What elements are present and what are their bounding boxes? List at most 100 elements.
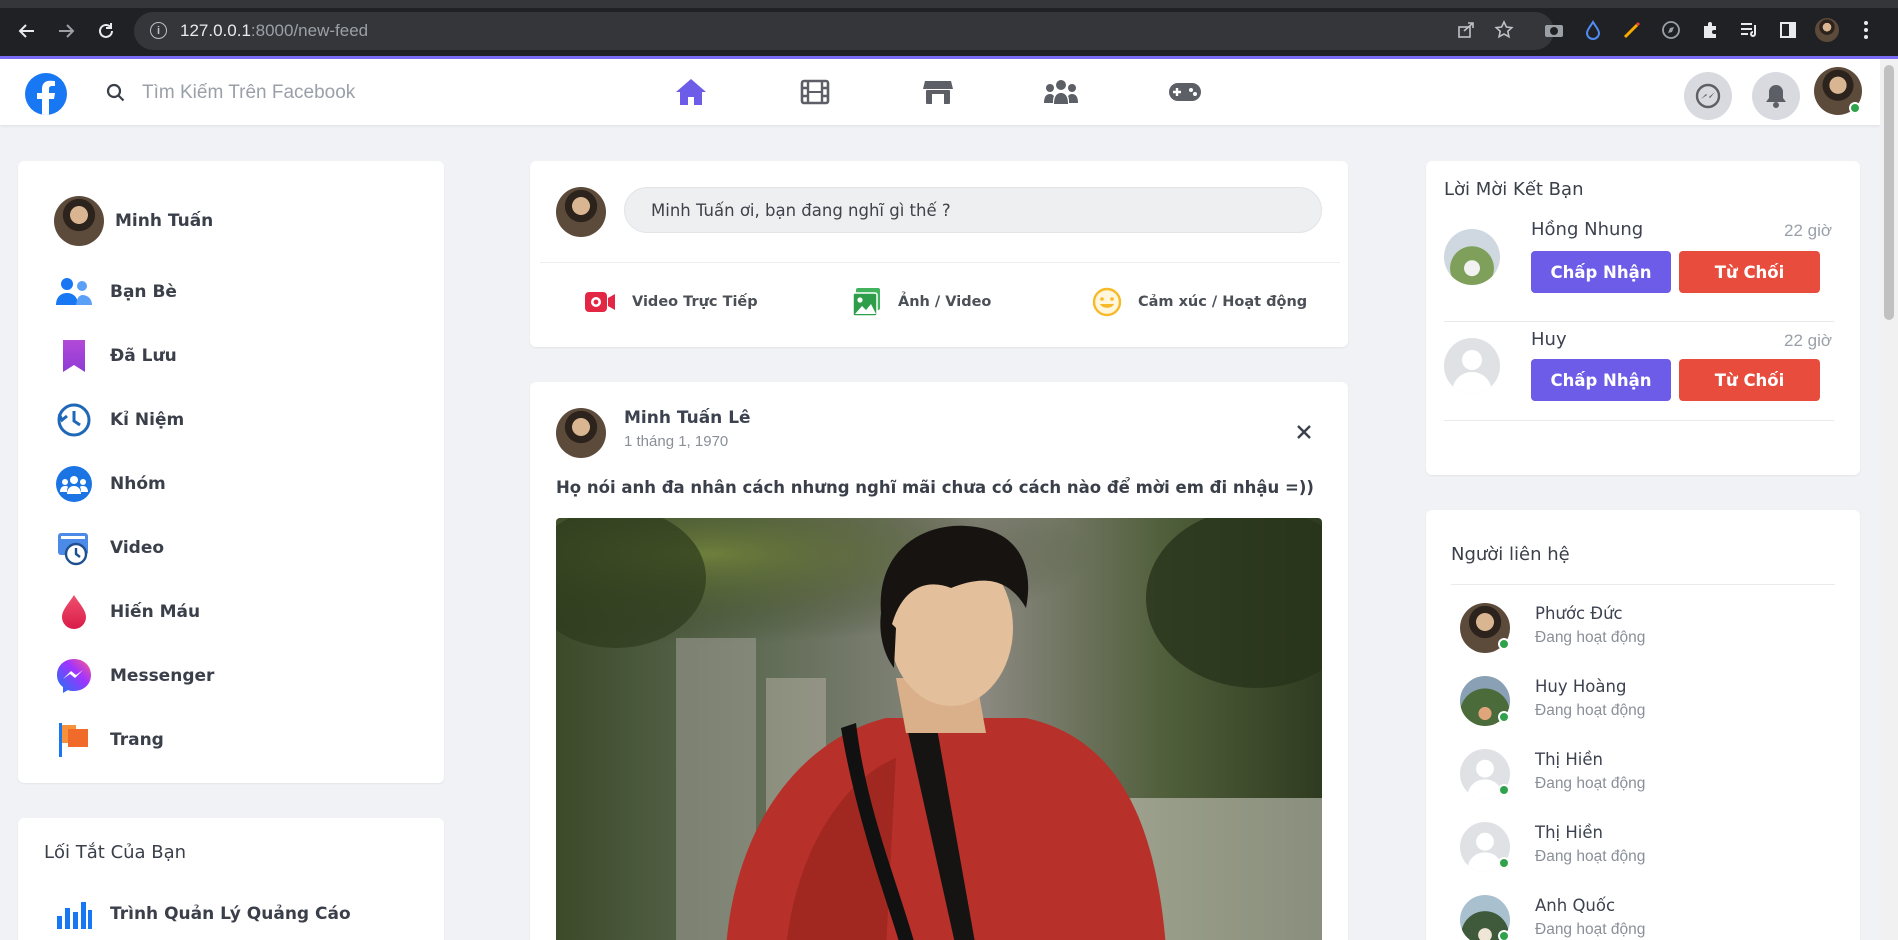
side-panel-icon[interactable] — [1776, 18, 1800, 42]
contact-item[interactable]: Thị Hiền Đang hoạt động — [1460, 821, 1840, 873]
star-icon[interactable] — [1492, 18, 1516, 42]
friend-requests-card: Lời Mời Kết Bạn Hồng Nhung 22 giờ Chấp N… — [1426, 161, 1860, 475]
photo-video-button[interactable]: Ảnh / Video — [852, 287, 991, 317]
media-control-icon[interactable] — [1737, 18, 1761, 42]
contact-item[interactable]: Phước Đức Đang hoạt động — [1460, 602, 1840, 654]
pen-extension-icon[interactable] — [1620, 18, 1644, 42]
request-divider — [1444, 321, 1834, 322]
top-navbar: Tìm Kiếm Trên Facebook — [0, 59, 1880, 125]
online-status-dot — [1849, 102, 1861, 114]
live-video-icon — [585, 292, 615, 312]
chrome-menu-icon[interactable] — [1854, 18, 1878, 42]
site-info-icon[interactable]: i — [150, 22, 167, 39]
post-author-avatar[interactable] — [556, 408, 606, 458]
url-host: 127.0.0.1 — [180, 21, 251, 40]
shortcut-item-ads-manager[interactable]: Trình Quản Lý Quảng Cáo — [54, 888, 434, 940]
scrollbar-thumb[interactable] — [1884, 65, 1894, 320]
contact-item[interactable]: Thị Hiền Đang hoạt động — [1460, 748, 1840, 800]
ads-chart-icon — [54, 894, 94, 934]
contacts-divider — [1451, 584, 1835, 585]
search-input[interactable]: Tìm Kiếm Trên Facebook — [142, 82, 355, 104]
bell-icon — [1766, 85, 1786, 108]
search-icon — [106, 83, 125, 102]
accept-button[interactable]: Chấp Nhận — [1531, 359, 1671, 401]
contact-name: Huy Hoàng — [1535, 677, 1627, 696]
menu-item-label: Kỉ Niệm — [110, 410, 185, 430]
menu-item-pages[interactable]: Trang — [54, 714, 434, 766]
photo-video-label: Ảnh / Video — [898, 294, 992, 310]
extension-icons — [1542, 17, 1878, 43]
contacts-card: Người liên hệ Phước Đức Đang hoạt động H… — [1426, 510, 1860, 940]
contact-item[interactable]: Anh Quốc Đang hoạt động — [1460, 894, 1840, 940]
nav-video-icon[interactable] — [795, 75, 835, 109]
profile-avatar-icon[interactable] — [1815, 18, 1839, 42]
extensions-puzzle-icon[interactable] — [1698, 18, 1722, 42]
messenger-icon — [54, 656, 94, 696]
post-photo[interactable] — [556, 518, 1322, 940]
menu-item-messenger[interactable]: Messenger — [54, 650, 434, 702]
nav-marketplace-icon[interactable] — [918, 75, 958, 109]
online-status-dot — [1498, 711, 1510, 723]
contact-status: Đang hoạt động — [1535, 775, 1646, 792]
camera-extension-icon[interactable] — [1542, 18, 1566, 42]
menu-item-friends[interactable]: Bạn Bè — [54, 266, 434, 318]
requester-name[interactable]: Huy — [1531, 329, 1567, 350]
menu-item-label: Hiến Máu — [110, 602, 201, 622]
search-bar[interactable]: Tìm Kiếm Trên Facebook — [106, 73, 436, 113]
shortcuts-title: Lối Tắt Của Bạn — [44, 842, 187, 863]
browser-chrome: i 127.0.0.1:8000/new-feed — [0, 0, 1898, 59]
address-bar[interactable]: i 127.0.0.1:8000/new-feed — [134, 12, 1554, 50]
contact-name: Phước Đức — [1535, 604, 1623, 623]
friends-icon — [54, 272, 94, 312]
request-divider — [1444, 420, 1834, 421]
menu-item-memories[interactable]: Kỉ Niệm — [54, 394, 434, 446]
post-author-name[interactable]: Minh Tuấn Lê — [624, 408, 751, 428]
back-icon[interactable] — [14, 18, 40, 44]
composer-divider — [540, 262, 1340, 263]
reload-icon[interactable] — [93, 18, 119, 44]
requester-avatar[interactable] — [1444, 229, 1500, 285]
online-status-dot — [1498, 784, 1510, 796]
blood-drop-icon — [54, 592, 94, 632]
profile-avatar — [54, 196, 104, 246]
close-icon[interactable] — [1290, 418, 1318, 446]
requester-name[interactable]: Hồng Nhung — [1531, 219, 1643, 240]
contact-item[interactable]: Huy Hoàng Đang hoạt động — [1460, 675, 1840, 727]
nav-groups-icon[interactable] — [1041, 75, 1081, 109]
menu-item-label: Đã Lưu — [110, 346, 177, 366]
forward-icon[interactable] — [53, 18, 79, 44]
menu-item-profile[interactable]: Minh Tuấn — [54, 195, 434, 247]
messenger-button[interactable] — [1684, 72, 1732, 120]
nav-home-icon[interactable] — [671, 75, 711, 109]
share-icon[interactable] — [1454, 18, 1478, 42]
facebook-logo-icon[interactable] — [25, 73, 67, 115]
page-scrollbar[interactable] — [1880, 59, 1898, 940]
post-date[interactable]: 1 tháng 1, 1970 — [624, 433, 728, 450]
contact-status: Đang hoạt động — [1535, 921, 1646, 938]
menu-item-label: Messenger — [110, 666, 215, 686]
menu-item-label: Video — [110, 538, 165, 558]
friend-requests-title: Lời Mời Kết Bạn — [1444, 179, 1584, 200]
nav-gaming-icon[interactable] — [1165, 75, 1205, 109]
menu-item-label: Trang — [110, 730, 164, 750]
shortcuts-card: Lối Tắt Của Bạn Trình Quản Lý Quảng Cáo — [18, 818, 444, 940]
live-video-button[interactable]: Video Trực Tiếp — [584, 287, 758, 317]
post-text: Họ nói anh đa nhân cách nhưng nghĩ mãi c… — [556, 478, 1314, 497]
menu-item-saved[interactable]: Đã Lưu — [54, 330, 434, 382]
composer-input[interactable]: Minh Tuấn ơi, bạn đang nghĩ gì thế ? — [624, 187, 1322, 233]
requester-default-avatar[interactable] — [1444, 338, 1500, 394]
dropper-extension-icon[interactable] — [1581, 18, 1605, 42]
accept-button[interactable]: Chấp Nhận — [1531, 251, 1671, 293]
reject-button[interactable]: Từ Chối — [1679, 359, 1820, 401]
menu-item-video[interactable]: Video — [54, 522, 434, 574]
menu-item-groups[interactable]: Nhóm — [54, 458, 434, 510]
reject-button[interactable]: Từ Chối — [1679, 251, 1820, 293]
groups-icon — [54, 464, 94, 504]
feeling-activity-button[interactable]: Cảm xúc / Hoạt động — [1092, 287, 1307, 317]
menu-item-blood-donation[interactable]: Hiến Máu — [54, 586, 434, 638]
photo-icon — [852, 288, 880, 317]
url-path: :8000/new-feed — [250, 21, 369, 40]
flag-icon — [54, 720, 94, 760]
notifications-button[interactable] — [1752, 72, 1800, 120]
compass-extension-icon[interactable] — [1659, 18, 1683, 42]
